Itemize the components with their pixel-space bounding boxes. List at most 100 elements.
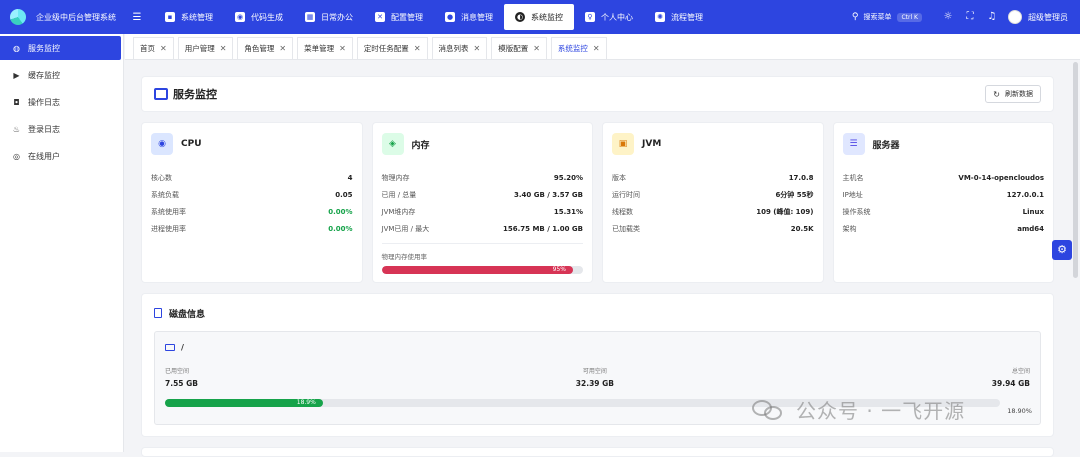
sidebar-item-label: 在线用户 — [28, 152, 60, 161]
disk-icon — [154, 308, 162, 318]
tab-scheduled-tasks[interactable]: 定时任务配置 ✕ — [356, 37, 428, 59]
memory-usage-section: 物理内存使用率 95% — [381, 243, 583, 274]
close-icon[interactable]: ✕ — [414, 44, 421, 53]
tab-user-management[interactable]: 用户管理 ✕ — [177, 37, 234, 59]
close-icon[interactable]: ✕ — [474, 44, 481, 53]
instagram-icon: ◘ — [13, 98, 20, 107]
stat-value: 32.39 GB — [575, 379, 614, 388]
close-icon[interactable]: ✕ — [160, 44, 167, 53]
row-key: 系统使用率 — [151, 207, 186, 216]
tab-label: 消息列表 — [438, 44, 469, 53]
sidebar-item-service-monitor[interactable]: ◍ 服务监控 — [0, 36, 121, 60]
tab-label: 定时任务配置 — [363, 44, 409, 53]
logo-mark-icon — [10, 9, 26, 25]
disk-title: 磁盘信息 — [169, 309, 206, 320]
row-value: 3.40 GB / 3.57 GB — [513, 190, 583, 199]
row-value: 17.0.8 — [788, 173, 814, 182]
close-icon[interactable]: ✕ — [279, 44, 286, 53]
top-menu-item-system[interactable]: ▪ 系统管理 — [154, 0, 224, 34]
row-value: 6分钟 55秒 — [775, 190, 814, 199]
server-row: 主机名 VM-0-14-opencloudos — [843, 169, 1045, 186]
disk-total: 总空间 39.94 GB — [992, 366, 1030, 388]
row-value: 0.00% — [328, 207, 353, 216]
close-icon[interactable]: ✕ — [593, 44, 600, 53]
top-menu-item-monitor[interactable]: ◐ 系统监控 — [504, 4, 574, 30]
tab-message-list[interactable]: 消息列表 ✕ — [431, 37, 488, 59]
refresh-icon: ↻ — [993, 89, 1000, 99]
cpu-title: CPU — [181, 139, 202, 149]
monitor-screen-icon — [154, 88, 168, 100]
top-menu: ▪ 系统管理 ◉ 代码生成 ▦ 日常办公 ✕ 配置管理 ● 消息管理 ◐ 系统监控 ♀ 个人中… — [154, 0, 714, 34]
fullscreen-icon[interactable]: ⛶ — [964, 11, 976, 23]
tab-home[interactable]: 首页 ✕ — [133, 37, 174, 59]
sidebar-item-online-users[interactable]: ◎ 在线用户 — [0, 143, 123, 170]
top-bar: 企业级中后台管理系统 ☰ ▪ 系统管理 ◉ 代码生成 ▦ 日常办公 ✕ 配置管理 ● 消息… — [0, 0, 1080, 34]
menu-label: 个人中心 — [601, 12, 633, 22]
tab-system-monitor[interactable]: 系统监控 ✕ — [550, 37, 607, 59]
top-menu-item-config[interactable]: ✕ 配置管理 — [364, 0, 434, 34]
main-content: 服务监控 ↻ 刷新数据 ◉ CPU 核心数 4 系统负载 0.05 系统使用率 0.00%… — [141, 76, 1054, 437]
app-name: 企业级中后台管理系统 — [36, 12, 116, 22]
search-menu-button[interactable]: ⚲ 搜索菜单 Ctrl K — [852, 12, 922, 22]
sidebar-item-login-log[interactable]: ♨ 登录日志 — [0, 116, 123, 143]
search-label: 搜索菜单 — [863, 13, 892, 21]
monitor-icon: ◐ — [515, 12, 525, 22]
scrollbar[interactable] — [1073, 62, 1078, 278]
sidebar-item-cache-monitor[interactable]: ▶ 缓存监控 — [0, 62, 123, 89]
menu-label: 流程管理 — [671, 12, 703, 22]
row-key: 物理内存 — [381, 173, 410, 182]
disk-progress-fill: 18.9% — [165, 399, 323, 407]
globe-icon: ◍ — [13, 43, 20, 53]
top-menu-item-personal[interactable]: ♀ 个人中心 — [574, 0, 644, 34]
row-value: 0.05 — [335, 190, 353, 199]
theme-sun-icon[interactable]: ☼ — [942, 11, 954, 23]
disk-free: 可用空间 32.39 GB — [576, 366, 614, 388]
memory-row: 物理内存 95.20% — [382, 169, 584, 186]
jvm-row: 运行时间 6分钟 55秒 — [612, 186, 814, 203]
tab-template-config[interactable]: 模版配置 ✕ — [491, 37, 547, 59]
refresh-button[interactable]: ↻ 刷新数据 — [985, 85, 1041, 103]
wechat-icon — [752, 398, 786, 422]
user-name[interactable]: 超级管理员 — [1028, 12, 1068, 23]
row-key: 架构 — [842, 224, 857, 233]
close-icon[interactable]: ✕ — [220, 44, 227, 53]
jvm-row: 版本 17.0.8 — [612, 169, 814, 186]
cpu-row: 进程使用率 0.00% — [151, 220, 353, 237]
menu-fold-icon[interactable]: ☰ — [128, 12, 146, 23]
close-icon[interactable]: ✕ — [533, 44, 540, 53]
cpu-row: 核心数 4 — [151, 169, 353, 186]
fire-icon: ♨ — [12, 125, 21, 134]
row-key: JVM已用 / 最大 — [381, 224, 430, 233]
play-icon: ▶ — [13, 71, 20, 80]
stat-value: 7.55 GB — [165, 379, 198, 388]
config-icon: ✕ — [375, 12, 385, 22]
top-menu-item-office[interactable]: ▦ 日常办公 — [294, 0, 364, 34]
avatar[interactable] — [1008, 10, 1022, 24]
top-menu-item-codegen[interactable]: ◉ 代码生成 — [224, 0, 294, 34]
row-key: 核心数 — [151, 173, 172, 182]
settings-gear-icon[interactable]: ⚙ — [1052, 240, 1072, 260]
disk-mount: / — [165, 340, 1030, 354]
cpu-row: 系统负载 0.05 — [151, 186, 353, 203]
server-row: 架构 amd64 — [843, 220, 1045, 237]
server-row: 操作系统 Linux — [843, 203, 1045, 220]
tab-bar: 首页 ✕ 用户管理 ✕ 角色管理 ✕ 菜单管理 ✕ 定时任务配置 ✕ 消息列表 ✕ 模版配置… — [125, 34, 1080, 60]
top-menu-item-flow[interactable]: ✺ 流程管理 — [644, 0, 714, 34]
row-value: 95.20% — [553, 173, 583, 182]
sidebar-item-label: 缓存监控 — [28, 71, 60, 80]
person-icon: ♀ — [585, 12, 595, 22]
menu-label: 代码生成 — [251, 12, 283, 22]
tab-label: 用户管理 — [184, 44, 215, 53]
top-menu-item-message[interactable]: ● 消息管理 — [434, 0, 504, 34]
tab-menu-management[interactable]: 菜单管理 ✕ — [297, 37, 353, 59]
tab-label: 系统监控 — [557, 44, 588, 53]
sidebar-item-operation-log[interactable]: ◘ 操作日志 — [0, 89, 123, 116]
next-card-edge — [141, 447, 1054, 457]
search-shortcut: Ctrl K — [897, 12, 922, 22]
tab-role-management[interactable]: 角色管理 ✕ — [237, 37, 294, 59]
bell-icon[interactable]: ♫ — [986, 11, 998, 23]
close-icon[interactable]: ✕ — [339, 44, 346, 53]
row-key: 运行时间 — [612, 190, 640, 199]
server-icon: ☰ — [842, 133, 865, 155]
app-logo[interactable]: 企业级中后台管理系统 — [0, 9, 124, 25]
